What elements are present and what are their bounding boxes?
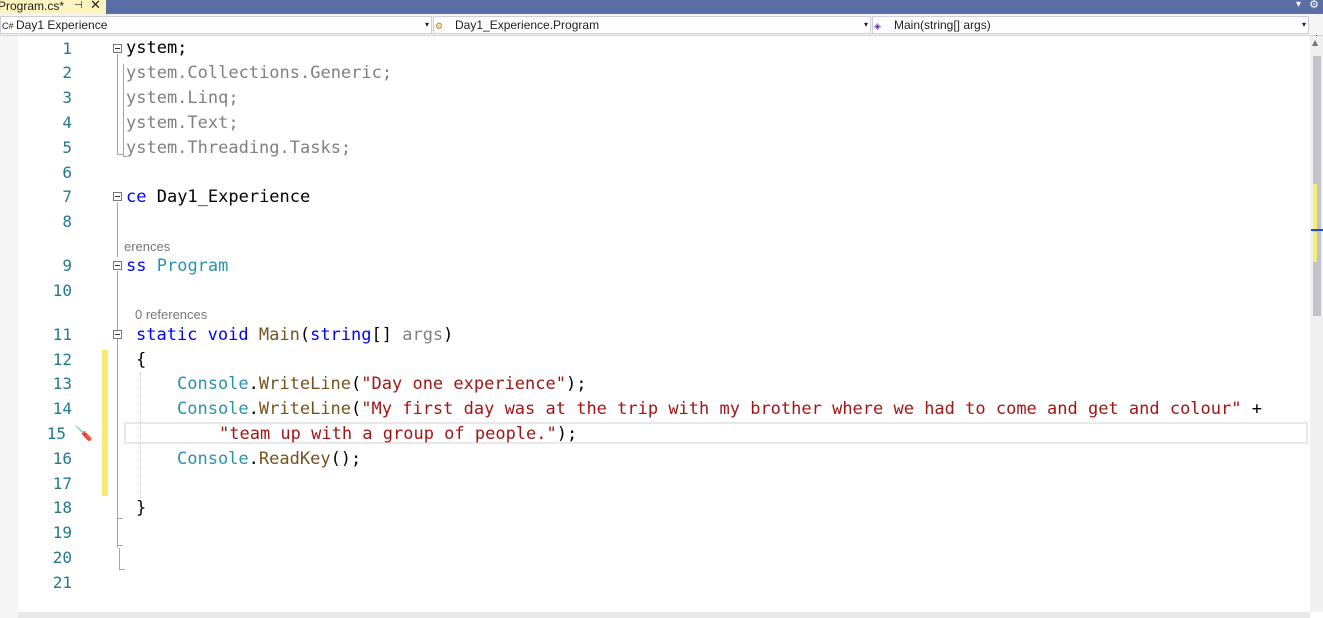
outline-line bbox=[117, 202, 118, 257]
navigation-bar: C# Day1 Experience ▾ ⚙ Day1_Experience.P… bbox=[0, 14, 1323, 46]
tab-program-cs[interactable]: Program.cs* ⊣ ✕ bbox=[0, 0, 106, 14]
code-line-11: static void Main(string[] args) bbox=[136, 325, 454, 345]
code-line-16: Console.ReadKey(); bbox=[177, 449, 362, 469]
code-line-9: ss Program bbox=[126, 256, 229, 276]
horizontal-scrollbar[interactable] bbox=[18, 612, 1310, 618]
line-number: 8 bbox=[62, 212, 72, 231]
collapse-icon[interactable] bbox=[113, 192, 122, 201]
code-line-1: ystem; bbox=[126, 38, 188, 58]
code-line-3: ystem.Linq; bbox=[126, 88, 239, 108]
line-number: 5 bbox=[62, 138, 72, 157]
chevron-down-icon: ▾ bbox=[424, 20, 429, 29]
codelens-references[interactable]: erences bbox=[124, 239, 170, 255]
method-icon: ◈ bbox=[874, 21, 881, 31]
outline-line bbox=[119, 569, 125, 570]
line-number: 9 bbox=[62, 256, 72, 275]
line-number: 18 bbox=[52, 498, 72, 517]
scroll-up-icon[interactable]: ▲ bbox=[1312, 38, 1318, 47]
scrollbar-caret-marker bbox=[1311, 229, 1323, 231]
document-tab-bar: Program.cs* ⊣ ✕ ⚙ ▾ bbox=[0, 0, 1323, 14]
tab-dropdown-icon[interactable]: ▾ bbox=[1296, 0, 1301, 10]
outline-line bbox=[117, 518, 123, 519]
screwdriver-icon[interactable]: 🪛 bbox=[74, 424, 93, 442]
outline-line bbox=[117, 340, 118, 518]
code-line-2: ystem.Collections.Generic; bbox=[126, 63, 393, 83]
change-marker bbox=[102, 350, 108, 496]
pin-icon[interactable]: ⊣ bbox=[74, 0, 83, 13]
class-label: Day1_Experience.Program bbox=[455, 18, 600, 32]
collapse-icon[interactable] bbox=[113, 44, 122, 53]
project-label: Day1 Experience bbox=[16, 18, 108, 32]
line-number: 1 bbox=[62, 39, 72, 58]
line-number: 10 bbox=[52, 281, 72, 300]
collapse-icon[interactable] bbox=[113, 330, 122, 339]
code-line-13: Console.WriteLine("Day one experience"); bbox=[177, 374, 587, 394]
line-number: 6 bbox=[62, 163, 72, 182]
settings-icon[interactable]: ⚙ bbox=[1309, 0, 1319, 11]
line-number: 21 bbox=[52, 573, 72, 592]
line-number: 11 bbox=[52, 325, 72, 344]
tab-title: Program.cs* bbox=[0, 0, 65, 13]
line-number: 15 bbox=[46, 424, 66, 443]
line-number: 2 bbox=[62, 63, 72, 82]
outline-line bbox=[123, 64, 124, 156]
member-dropdown[interactable]: ◈ Main(string[] args) ▾ bbox=[872, 16, 1309, 34]
codelens-references[interactable]: 0 references bbox=[135, 307, 207, 323]
code-line-5: ystem.Threading.Tasks; bbox=[126, 138, 352, 158]
scrollbar-change-marker bbox=[1313, 184, 1317, 229]
class-dropdown[interactable]: ⚙ Day1_Experience.Program ▾ bbox=[433, 16, 871, 34]
editor-margin bbox=[0, 36, 18, 618]
line-number: 20 bbox=[52, 548, 72, 567]
code-line-12: { bbox=[136, 350, 147, 370]
code-line-15: "team up with a group of people."); bbox=[219, 424, 578, 444]
line-number: 7 bbox=[62, 187, 72, 206]
line-number: 13 bbox=[52, 374, 72, 393]
scrollbar-change-marker bbox=[1313, 232, 1317, 262]
outline-line bbox=[117, 54, 118, 154]
member-label: Main(string[] args) bbox=[894, 18, 991, 32]
close-icon[interactable]: ✕ bbox=[90, 0, 101, 12]
outline-line bbox=[117, 545, 123, 546]
line-number: 14 bbox=[52, 399, 72, 418]
line-number: 19 bbox=[52, 523, 72, 542]
code-line-7: ce Day1_Experience bbox=[126, 187, 311, 207]
chevron-down-icon: ▾ bbox=[863, 20, 868, 29]
line-number: 17 bbox=[52, 474, 72, 493]
class-icon: ⚙ bbox=[435, 21, 444, 31]
line-number: 3 bbox=[62, 88, 72, 107]
line-number: 12 bbox=[52, 350, 72, 369]
collapse-icon[interactable] bbox=[113, 261, 122, 270]
code-line-18: } bbox=[136, 498, 147, 518]
line-number: 4 bbox=[62, 113, 72, 132]
project-dropdown[interactable]: C# Day1 Experience ▾ bbox=[0, 16, 432, 34]
outline-line bbox=[119, 548, 120, 570]
line-number: 16 bbox=[52, 449, 72, 468]
code-line-14: Console.WriteLine("My first day was at t… bbox=[177, 399, 1262, 419]
csharp-project-icon: C# bbox=[2, 21, 14, 31]
indent-guide bbox=[140, 372, 141, 498]
chevron-down-icon: ▾ bbox=[1301, 20, 1306, 29]
code-line-4: ystem.Text; bbox=[126, 113, 239, 133]
